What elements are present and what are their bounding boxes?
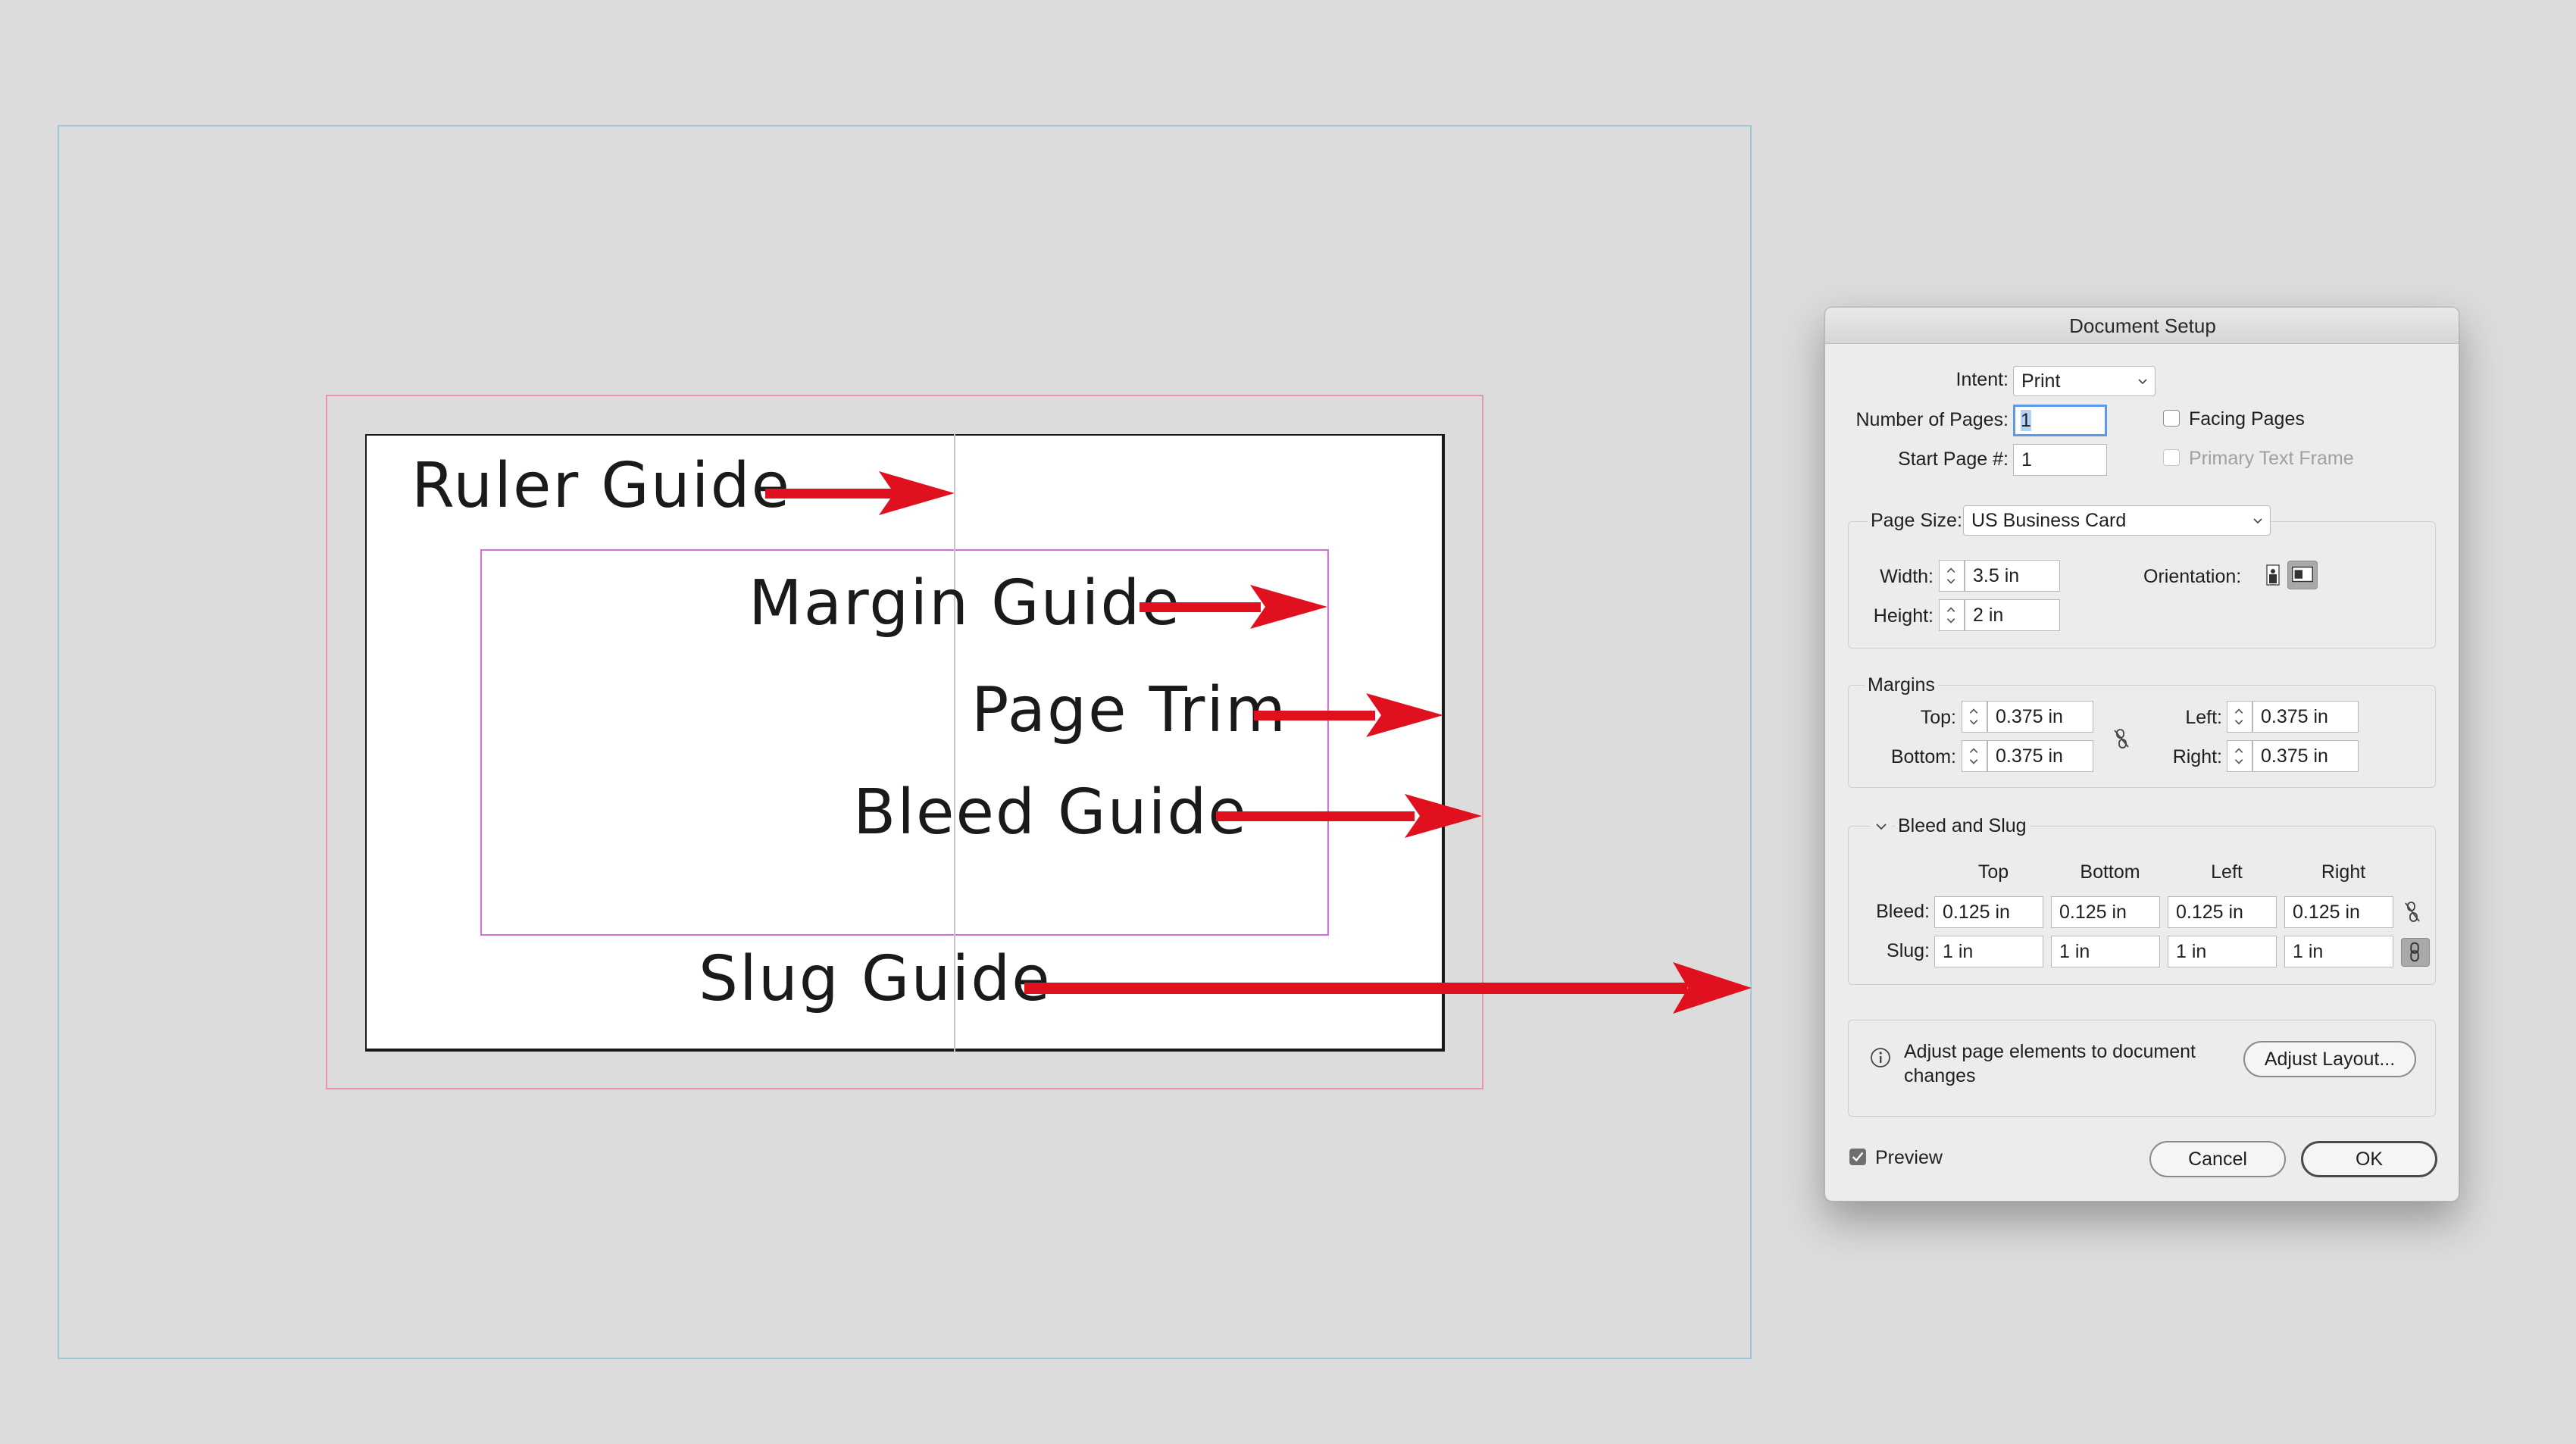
stepper-arrows-icon xyxy=(2234,708,2243,725)
chevron-down-icon xyxy=(2253,518,2262,524)
bleed-bottom-input[interactable]: 0.125 in xyxy=(2051,896,2160,928)
pages-label: Number of Pages: xyxy=(1855,409,2009,430)
orientation-label: Orientation: xyxy=(2143,566,2242,587)
height-label: Height: xyxy=(1873,605,1934,627)
adjust-text-line1: Adjust page elements to document xyxy=(1904,1041,2196,1062)
margin-right-stepper[interactable] xyxy=(2227,740,2252,772)
stepper-arrows-icon xyxy=(2234,748,2243,764)
slug-top-input[interactable]: 1 in xyxy=(1934,936,2043,967)
height-stepper[interactable] xyxy=(1939,599,1965,631)
margin-left-stepper[interactable] xyxy=(2227,701,2252,733)
broken-link-icon xyxy=(2405,902,2420,922)
bleed-arrow-icon xyxy=(1216,794,1482,838)
column-right: Right xyxy=(2321,861,2366,883)
pages-input[interactable]: 1 xyxy=(2013,405,2107,436)
landscape-button[interactable] xyxy=(2287,561,2318,589)
margin-top-label: Top: xyxy=(1920,707,1956,728)
width-label: Width: xyxy=(1880,566,1934,587)
facing-pages-checkbox[interactable] xyxy=(2163,410,2180,427)
slug-link-button[interactable] xyxy=(2401,938,2430,967)
margins-title: Margins xyxy=(1865,676,1938,695)
width-input[interactable]: 3.5 in xyxy=(1965,560,2060,592)
margins-link-button[interactable] xyxy=(2109,726,2134,752)
ok-button[interactable]: OK xyxy=(2301,1141,2437,1177)
column-top: Top xyxy=(1977,861,2009,883)
primary-text-frame-checkbox[interactable] xyxy=(2163,449,2180,466)
slug-label: Slug: xyxy=(1887,940,1930,961)
portrait-orientation-icon xyxy=(2266,564,2280,586)
margin-right-input[interactable]: 0.375 in xyxy=(2252,740,2359,772)
bleed-link-button[interactable] xyxy=(2399,899,2425,926)
page-size-label: Page Size: xyxy=(1868,511,1965,530)
margin-bottom-input[interactable]: 0.375 in xyxy=(1987,740,2093,772)
stepper-arrows-icon xyxy=(1969,748,1978,764)
page-size-select[interactable]: US Business Card xyxy=(1963,505,2271,536)
start-page-input[interactable]: 1 xyxy=(2013,444,2107,476)
chevron-down-icon xyxy=(1876,824,1887,830)
dialog-title: Document Setup xyxy=(1825,308,2459,344)
document-setup-dialog: Document Setup Intent: Print Number of P… xyxy=(1824,307,2459,1202)
intent-select[interactable]: Print xyxy=(2013,366,2156,396)
preview-checkbox[interactable] xyxy=(1849,1149,1866,1165)
adjust-text-line2: changes xyxy=(1904,1065,1976,1086)
slug-arrow-icon xyxy=(1024,962,1752,1014)
link-icon xyxy=(2410,942,2419,962)
margin-arrow-icon xyxy=(1140,585,1327,629)
portrait-button[interactable] xyxy=(2260,562,2286,588)
column-left: Left xyxy=(2211,861,2243,883)
slug-left-input[interactable]: 1 in xyxy=(2168,936,2277,967)
slug-bottom-input[interactable]: 1 in xyxy=(2051,936,2160,967)
margin-bottom-stepper[interactable] xyxy=(1962,740,1987,772)
column-bottom: Bottom xyxy=(2080,861,2140,883)
bleed-label: Bleed: xyxy=(1876,901,1930,922)
width-stepper[interactable] xyxy=(1939,560,1965,592)
stepper-arrows-icon xyxy=(1946,607,1955,624)
margin-top-input[interactable]: 0.375 in xyxy=(1987,701,2093,733)
margin-bottom-label: Bottom: xyxy=(1890,746,1956,767)
page-size-group xyxy=(1848,521,2436,649)
bleed-right-input[interactable]: 0.125 in xyxy=(2284,896,2393,928)
ruler-arrow-icon xyxy=(765,471,955,515)
chevron-down-icon xyxy=(2138,379,2147,385)
bleed-slug-disclosure[interactable] xyxy=(1871,817,1892,836)
check-icon xyxy=(1852,1152,1864,1162)
cancel-button[interactable]: Cancel xyxy=(2149,1141,2286,1177)
landscape-orientation-icon xyxy=(2292,566,2313,583)
info-icon xyxy=(1869,1046,1892,1069)
bleed-left-input[interactable]: 0.125 in xyxy=(2168,896,2277,928)
stepper-arrows-icon xyxy=(1946,567,1955,584)
margin-top-stepper[interactable] xyxy=(1962,701,1987,733)
margin-left-label: Left: xyxy=(2185,707,2222,728)
intent-value: Print xyxy=(2021,370,2061,392)
trim-arrow-icon xyxy=(1254,693,1443,737)
start-page-label: Start Page #: xyxy=(1898,449,2009,470)
broken-link-icon xyxy=(2114,729,2129,749)
preview-label: Preview xyxy=(1875,1147,1943,1168)
primary-text-frame-label: Primary Text Frame xyxy=(2189,448,2354,469)
stepper-arrows-icon xyxy=(1969,708,1978,725)
bleed-top-input[interactable]: 0.125 in xyxy=(1934,896,2043,928)
facing-pages-label: Facing Pages xyxy=(2189,408,2305,430)
margin-left-input[interactable]: 0.375 in xyxy=(2252,701,2359,733)
bleed-slug-title: Bleed and Slug xyxy=(1895,817,2030,836)
intent-label: Intent: xyxy=(1955,369,2009,390)
adjust-layout-button[interactable]: Adjust Layout... xyxy=(2243,1041,2416,1077)
page-size-value: US Business Card xyxy=(1971,510,2127,531)
slug-right-input[interactable]: 1 in xyxy=(2284,936,2393,967)
height-input[interactable]: 2 in xyxy=(1965,599,2060,631)
margin-right-label: Right: xyxy=(2172,746,2222,767)
